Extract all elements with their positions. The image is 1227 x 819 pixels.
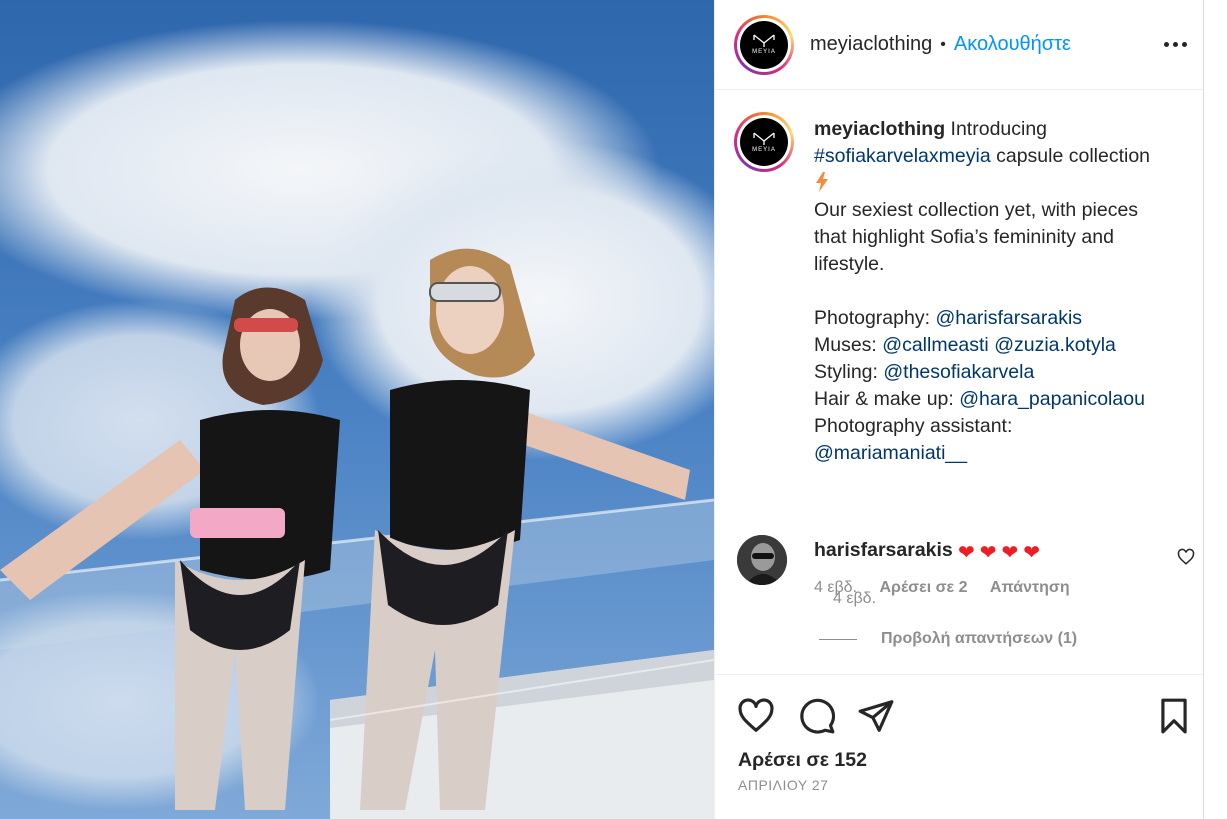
separator-dot: •: [940, 35, 946, 53]
hashtag-link[interactable]: #sofiakarvelaxmeyia: [814, 145, 991, 167]
meyia-logo-icon: [753, 34, 775, 47]
view-replies-button[interactable]: Προβολή απαντήσεων (1): [819, 630, 1077, 648]
credit-label: Styling:: [814, 361, 878, 383]
mention-link[interactable]: @callmeasti: [882, 334, 989, 356]
comment-avatar[interactable]: [737, 535, 787, 585]
comment-bubble-icon[interactable]: [798, 697, 836, 735]
mention-link[interactable]: @harisfarsarakis: [935, 307, 1082, 329]
credit-label: Photography:: [814, 307, 931, 329]
comment-likes[interactable]: Αρέσει σε 2: [879, 579, 967, 596]
lightning-bolt-icon: [816, 172, 828, 192]
likes-count[interactable]: Αρέσει σε 152: [738, 749, 867, 772]
more-options-button[interactable]: [1159, 30, 1191, 58]
meyia-logo-icon: [753, 131, 775, 145]
credit-label: Muses:: [814, 334, 877, 356]
more-horizontal-icon: [1163, 41, 1169, 47]
credit-label: Hair & make up:: [814, 388, 954, 410]
paper-plane-icon[interactable]: [857, 697, 895, 735]
brand-mark: MEYIA: [752, 49, 776, 55]
mention-link[interactable]: @hara_papanicolaou: [959, 388, 1145, 410]
follow-button[interactable]: Ακολουθήστε: [954, 33, 1071, 56]
comment-timestamp[interactable]: 4 εβδ.: [814, 579, 857, 596]
bookmark-icon[interactable]: [1155, 697, 1193, 735]
view-replies-label: Προβολή απαντήσεων (1): [881, 630, 1078, 647]
heart-outline-icon[interactable]: [737, 697, 775, 735]
post-image: [0, 0, 714, 819]
comment-text: ❤❤❤❤: [958, 542, 1046, 564]
desc-line3: lifestyle.: [814, 253, 885, 275]
mention-link[interactable]: @zuzia.kotyla: [994, 334, 1116, 356]
brand-mark: MEYIA: [752, 146, 776, 153]
post-photo[interactable]: [0, 0, 714, 819]
comment-meta: 4 εβδ. Αρέσει σε 2 Απάντηση: [814, 579, 1070, 597]
desc-line1: Our sexiest collection yet, with pieces: [814, 199, 1139, 221]
action-bar: Αρέσει σε 152 ΑΠΡΙΛΙΟΥ 27: [715, 674, 1204, 819]
caption-line2: capsule collection: [996, 145, 1151, 167]
caption-username[interactable]: meyiaclothing: [814, 118, 945, 140]
caption-avatar[interactable]: MEYIA: [734, 112, 794, 172]
post-sidebar: MEYIA meyiaclothing • Ακολουθήστε MEYIA: [714, 0, 1204, 819]
reply-button[interactable]: Απάντηση: [990, 579, 1070, 596]
header-username[interactable]: meyiaclothing: [810, 33, 932, 56]
avatar[interactable]: MEYIA: [734, 14, 794, 75]
caption-text: meyiaclothing Introducing #sofiakarvelax…: [814, 116, 1184, 467]
divider: [819, 638, 857, 640]
desc-line2: that highlight Sofia’s femininity and: [814, 226, 1114, 248]
mention-link[interactable]: @thesofiakarvela: [883, 361, 1034, 383]
heart-outline-icon[interactable]: [1177, 548, 1195, 566]
mention-link[interactable]: @mariamaniati__: [814, 442, 967, 464]
caption-intro: Introducing: [950, 118, 1048, 140]
post-date[interactable]: ΑΠΡΙΛΙΟΥ 27: [738, 777, 828, 793]
credit-label: Photography assistant:: [814, 415, 1013, 437]
window-edge: [1203, 0, 1227, 819]
post-header: MEYIA meyiaclothing • Ακολουθήστε: [715, 0, 1203, 90]
comment-username[interactable]: harisfarsarakis: [814, 539, 953, 562]
